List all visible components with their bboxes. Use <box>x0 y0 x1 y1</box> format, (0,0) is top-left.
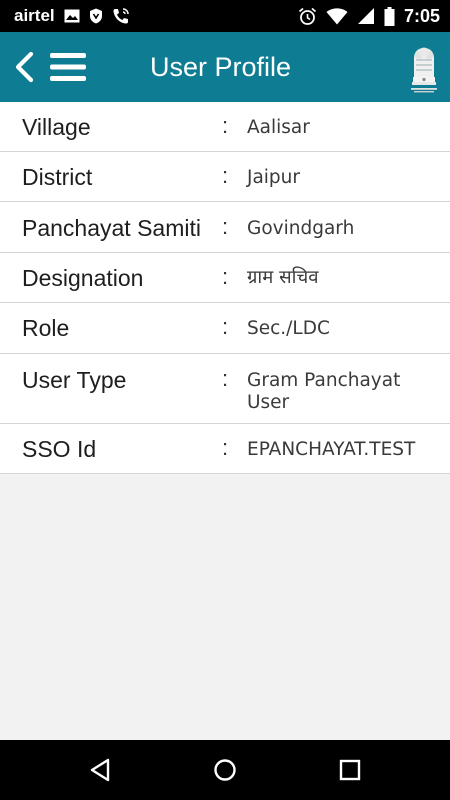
national-emblem-icon <box>404 38 444 96</box>
shield-icon <box>89 8 103 24</box>
status-right: 7:05 <box>298 0 440 32</box>
profile-label-sso-id: SSO Id <box>22 436 97 462</box>
signal-icon <box>357 7 375 25</box>
nav-back-button[interactable] <box>80 750 120 790</box>
chevron-left-icon <box>13 51 35 83</box>
profile-value-sso-id: EPANCHAYAT.TEST <box>247 439 416 460</box>
profile-label-user-type: User Type <box>22 367 127 393</box>
profile-row-designation: Designation : ग्राम सचिव <box>0 253 450 303</box>
profile-separator: : <box>222 314 229 339</box>
status-bar: airtel 7:05 <box>0 0 450 32</box>
profile-row-village: Village : Aalisar <box>0 102 450 152</box>
hamburger-menu-icon <box>50 53 86 81</box>
profile-row-sso-id: SSO Id : EPANCHAYAT.TEST <box>0 424 450 474</box>
profile-value-designation: ग्राम सचिव <box>247 267 319 288</box>
wifi-icon <box>326 7 348 25</box>
profile-value-panchayat-samiti: Govindgarh <box>247 218 355 239</box>
profile-label-panchayat-samiti: Panchayat Samiti <box>22 215 201 241</box>
profile-list: Village : Aalisar District : Jaipur Panc… <box>0 102 450 474</box>
nav-home-button[interactable] <box>205 750 245 790</box>
profile-label-role: Role <box>22 315 70 341</box>
status-left: airtel <box>14 0 130 32</box>
profile-separator: : <box>222 214 229 239</box>
profile-row-role: Role : Sec./LDC <box>0 303 450 354</box>
menu-button[interactable] <box>48 51 88 83</box>
phone-call-icon <box>112 7 130 25</box>
profile-row-panchayat-samiti: Panchayat Samiti : Govindgarh <box>0 202 450 253</box>
page-title: User Profile <box>150 52 292 82</box>
profile-value-role: Sec./LDC <box>247 318 330 339</box>
profile-row-user-type: User Type : Gram Panchayat User <box>0 354 450 424</box>
home-circle-icon <box>213 758 237 782</box>
profile-value-user-type: Gram Panchayat User <box>247 370 401 413</box>
profile-value-village: Aalisar <box>247 117 310 138</box>
back-button[interactable] <box>8 50 40 84</box>
profile-separator: : <box>222 264 229 289</box>
carrier-name: airtel <box>14 6 55 25</box>
app-bar: User Profile <box>0 32 450 102</box>
back-triangle-icon <box>89 758 111 782</box>
profile-separator: : <box>222 366 229 391</box>
profile-row-district: District : Jaipur <box>0 152 450 202</box>
profile-separator: : <box>222 113 229 138</box>
profile-separator: : <box>222 163 229 188</box>
recents-square-icon <box>339 759 361 781</box>
profile-label-designation: Designation <box>22 265 144 291</box>
system-nav-bar <box>0 740 450 800</box>
status-clock: 7:05 <box>403 5 440 26</box>
image-icon <box>64 9 80 23</box>
profile-separator: : <box>222 435 229 460</box>
profile-value-district: Jaipur <box>247 167 301 188</box>
alarm-icon <box>298 7 317 26</box>
battery-icon <box>384 6 395 26</box>
profile-label-district: District <box>22 164 93 190</box>
nav-recents-button[interactable] <box>330 750 370 790</box>
profile-label-village: Village <box>22 114 91 140</box>
